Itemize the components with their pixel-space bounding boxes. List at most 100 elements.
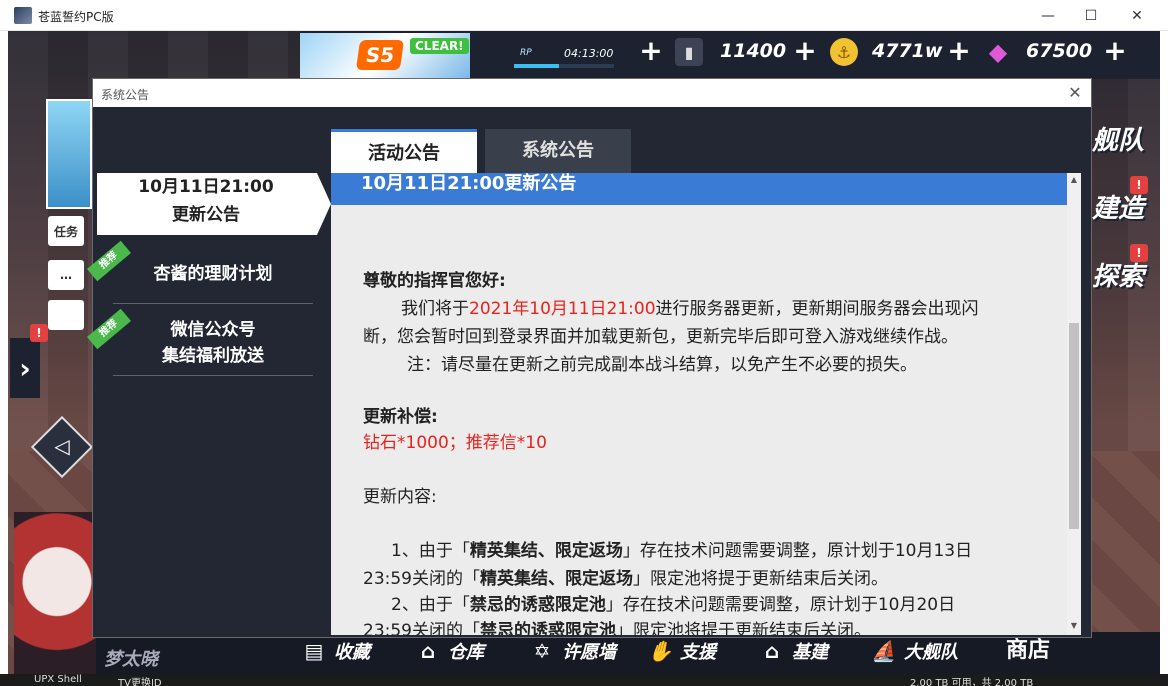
item2-bold: 禁忌的诱惑限定池 xyxy=(469,595,606,615)
bottom-nav xyxy=(96,632,1160,674)
fuel-value: 11400 xyxy=(720,40,787,62)
item-2: 2、由于「禁忌的诱惑限定池」存在技术问题需要调整，原计划于10月20日 xyxy=(363,591,1043,619)
content-header: 10月11日21:00更新公告 xyxy=(331,173,1067,205)
rp-timer: RP 04:13:00 xyxy=(512,40,622,70)
event-banner[interactable] xyxy=(46,99,92,209)
announcement-item-wechat[interactable]: 微信公众号 集结福利放送 xyxy=(113,317,313,369)
rank-clear-badge: CLEAR! xyxy=(410,38,469,54)
build-menu[interactable]: 建造 xyxy=(1092,188,1162,225)
warehouse-icon: ⌂ xyxy=(420,639,436,663)
item1-l2-bold: 精英集结、限定返场 xyxy=(480,569,633,589)
menu-divider xyxy=(113,375,313,376)
item2-l2-post: 」限定池将提于更新结束后关闭。 xyxy=(616,621,871,635)
left-alert-badge: ! xyxy=(30,324,48,342)
app-icon xyxy=(14,7,32,24)
compensation-value: 钻石*1000；推荐信*10 xyxy=(363,433,547,453)
handshake-icon: ✋ xyxy=(647,639,673,663)
nav-support[interactable]: ✋ 支援 xyxy=(646,636,716,666)
nav-infrastructure[interactable]: ⌂ 基建 xyxy=(758,636,828,666)
window-titlebar: 苍蓝誓约PC版 — ☐ ✕ xyxy=(0,0,1168,31)
menu-divider xyxy=(113,303,313,304)
announcement-item-update-line1: 10月11日21:00 xyxy=(138,177,274,197)
diamond-icon: ◆ xyxy=(988,38,1008,66)
item2-l2-pre: 23:59关闭的「 xyxy=(363,621,480,635)
paragraph-1: 我们将于2021年10月11日21:00进行服务器更新，更新期间服务器会出现闪 xyxy=(363,295,1043,323)
close-window-button[interactable]: ✕ xyxy=(1114,0,1160,31)
compensation-title: 更新补偿: xyxy=(363,407,438,427)
announcement-item-update[interactable]: 10月11日21:00 更新公告 xyxy=(97,173,331,235)
nav-grand-fleet-label: 大舰队 xyxy=(904,642,958,663)
expand-arrow-button[interactable]: › xyxy=(10,338,40,398)
nav-infrastructure-label: 基建 xyxy=(792,642,828,663)
item-1: 1、由于「精英集结、限定返场」存在技术问题需要调整，原计划于10月13日 xyxy=(363,537,1043,565)
update-time: 2021年10月11日21:00 xyxy=(469,299,656,319)
nav-support-label: 支援 xyxy=(680,642,716,663)
character-portrait xyxy=(14,512,100,686)
nav-wishing-wall[interactable]: ✡ 许愿墙 xyxy=(528,636,616,666)
item1-post: 」存在技术问题需要调整，原计划于10月13日 xyxy=(622,541,973,561)
rp-plus-button[interactable]: + xyxy=(636,36,666,66)
note: 注：请尽量在更新之前完成副本战斗结算，以免产生不必要的损失。 xyxy=(407,355,917,375)
item1-pre: 1、由于「 xyxy=(391,541,470,561)
collection-icon: ▤ xyxy=(304,639,324,663)
announcement-list: 10月11日21:00 更新公告 推荐 杏酱的理财计划 推荐 微信公众号 集结福… xyxy=(87,173,331,637)
item2-post: 」存在技术问题需要调整，原计划于10月20日 xyxy=(605,595,956,615)
dialog-body: 活动公告 系统公告 10月11日21:00 更新公告 推荐 杏酱的理财计划 推荐… xyxy=(87,107,1091,637)
window-title: 苍蓝誓约PC版 xyxy=(38,10,114,24)
anchor-coin-icon: ⚓ xyxy=(830,38,858,66)
nav-warehouse-label: 仓库 xyxy=(448,642,484,663)
announcement-item-wechat-line2: 集结福利放送 xyxy=(162,346,264,366)
nav-collection-label: 收藏 xyxy=(334,642,370,663)
explore-menu[interactable]: 探索 xyxy=(1092,256,1162,293)
p1-pre: 我们将于 xyxy=(401,299,469,319)
minimize-button[interactable]: — xyxy=(1025,0,1071,31)
item-1-line2: 23:59关闭的「精英集结、限定返场」限定池将提于更新结束后关闭。 xyxy=(363,565,1043,593)
update-content-title: 更新内容: xyxy=(363,487,437,507)
fuel-plus-button[interactable]: + xyxy=(790,36,820,66)
content-scrollbar[interactable]: ▲ ▼ xyxy=(1067,173,1081,635)
chat-button[interactable]: … xyxy=(48,260,84,290)
fleet-menu[interactable]: 舰队 xyxy=(1092,120,1162,157)
item-2-line2: 23:59关闭的「禁忌的诱惑限定池」限定池将提于更新结束后关闭。 xyxy=(363,617,1043,635)
rp-time: 04:13:00 xyxy=(564,47,614,60)
announcement-item-update-line2: 更新公告 xyxy=(172,205,240,225)
ship-icon: ⛵ xyxy=(871,639,897,663)
p1-post: 进行服务器更新，更新期间服务器会出现闪 xyxy=(655,299,979,319)
tab-event-announcement[interactable]: 活动公告 xyxy=(331,129,477,173)
coins-plus-button[interactable]: + xyxy=(944,36,974,66)
nav-grand-fleet[interactable]: ⛵ 大舰队 xyxy=(870,636,958,666)
building-icon: ⌂ xyxy=(764,639,780,663)
diamonds-plus-button[interactable]: + xyxy=(1100,36,1130,66)
fuel-barrel-icon: ▮ xyxy=(675,38,703,66)
announcement-item-finance[interactable]: 杏酱的理财计划 xyxy=(113,261,313,287)
announcement-content: 10月11日21:00更新公告 尊敬的指挥官您好: 我们将于2021年10月11… xyxy=(331,173,1081,635)
paragraph-1-line2: 断，您会暂时回到登录界面并加载更新包，更新完毕后即可登入游戏继续作战。 xyxy=(363,327,958,347)
nav-wishing-wall-label: 许愿墙 xyxy=(562,642,616,663)
item2-pre: 2、由于「 xyxy=(391,595,470,615)
diamonds-value: 67500 xyxy=(1026,40,1093,62)
maximize-button[interactable]: ☐ xyxy=(1068,0,1114,31)
announcement-dialog: 系统公告 ✕ 活动公告 系统公告 10月11日21:00 更新公告 推荐 杏酱的… xyxy=(87,78,1092,638)
character-button[interactable] xyxy=(48,300,84,330)
taskbar-item-upx[interactable]: UPX Shell xyxy=(34,674,82,685)
item1-l2-pre: 23:59关闭的「 xyxy=(363,569,480,589)
tasks-button[interactable]: 任务 xyxy=(48,216,84,246)
scroll-down-icon[interactable]: ▼ xyxy=(1067,621,1081,633)
scroll-thumb[interactable] xyxy=(1069,323,1079,529)
item1-bold: 精英集结、限定返场 xyxy=(469,541,623,561)
scroll-up-icon[interactable]: ▲ xyxy=(1067,175,1081,187)
disk-status: 2.00 TB 可用，共 2.00 TB xyxy=(910,678,1034,686)
nav-collection[interactable]: ▤ 收藏 xyxy=(300,636,370,666)
rp-progress-fill xyxy=(514,64,559,68)
announcement-item-wechat-line1: 微信公众号 xyxy=(170,320,256,340)
player-name: 梦太晓 xyxy=(104,649,158,670)
rp-progress-bar xyxy=(514,64,614,68)
nav-warehouse[interactable]: ⌂ 仓库 xyxy=(414,636,484,666)
dialog-title: 系统公告 xyxy=(101,88,150,102)
tab-system-announcement[interactable]: 系统公告 xyxy=(485,129,631,173)
taskbar-item-tv[interactable]: TV更换ID xyxy=(118,674,162,686)
dialog-close-button[interactable]: ✕ xyxy=(1063,82,1087,104)
rank-grade-badge: S5 xyxy=(355,40,405,70)
rp-label: RP xyxy=(520,48,532,58)
item1-l2-post: 」限定池将提于更新结束后关闭。 xyxy=(633,569,888,589)
